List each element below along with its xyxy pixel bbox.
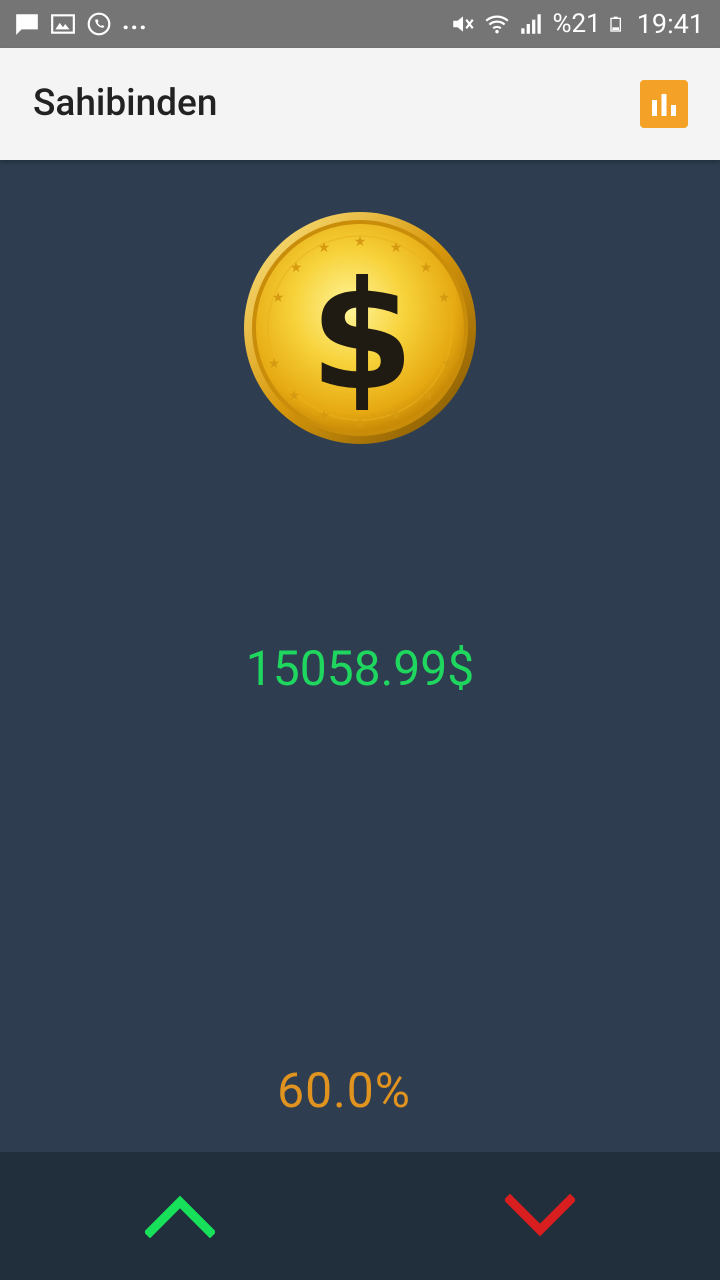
bar-chart-icon (652, 94, 676, 116)
svg-text:★: ★ (422, 388, 435, 404)
battery-percent: %21 (552, 9, 601, 39)
svg-text:★: ★ (420, 260, 433, 276)
signal-icon (521, 14, 542, 34)
svg-text:★: ★ (272, 290, 285, 306)
up-button[interactable] (140, 1188, 220, 1244)
message-icon (16, 14, 38, 35)
svg-text:★: ★ (290, 260, 303, 276)
dollar-coin-icon: ★ ★ ★ ★ ★ ★ ★ ★ ★ ★ ★ ★ ★ ★ $ (244, 212, 476, 444)
bottom-bar (0, 1152, 720, 1280)
system-icons: %21 19:41 (450, 8, 704, 40)
percent-value: 60.0% (277, 1062, 411, 1119)
down-button[interactable] (500, 1188, 580, 1244)
price-value: 15058.99$ (245, 640, 475, 697)
gallery-icon (51, 14, 75, 34)
svg-text:$: $ (310, 250, 414, 424)
clock: 19:41 (636, 8, 704, 40)
whatsapp-icon (87, 12, 111, 36)
status-bar: ... %21 19:41 (0, 0, 720, 48)
notification-overflow: ... (122, 6, 148, 36)
mute-icon (453, 16, 475, 32)
svg-text:★: ★ (268, 356, 281, 372)
svg-text:★: ★ (442, 356, 455, 372)
app-bar: Sahibinden (0, 48, 720, 160)
chevron-up-icon (145, 1195, 215, 1238)
chevron-down-icon (505, 1194, 575, 1237)
svg-text:★: ★ (438, 290, 451, 306)
stats-button[interactable] (640, 80, 688, 128)
svg-text:★: ★ (354, 234, 367, 250)
coin-image: ★ ★ ★ ★ ★ ★ ★ ★ ★ ★ ★ ★ ★ ★ $ (242, 210, 478, 446)
battery-icon (610, 16, 621, 32)
svg-text:★: ★ (288, 388, 301, 404)
notification-icons: ... (14, 6, 148, 40)
app-title: Sahibinden (33, 82, 218, 125)
wifi-icon (485, 15, 510, 34)
